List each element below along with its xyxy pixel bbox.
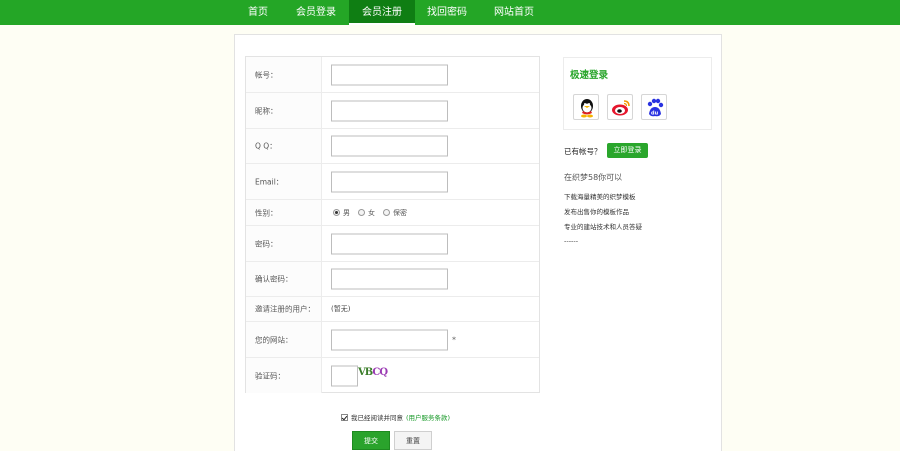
- login-now-button[interactable]: 立即登录: [607, 143, 648, 158]
- benefit-item: 发布出售你的模板作品: [564, 208, 629, 216]
- nav-item-member-register[interactable]: 会员注册: [349, 0, 415, 25]
- form-row-confirm-password: 确认密码：: [246, 262, 539, 297]
- nickname-label: 昵称：: [255, 106, 278, 115]
- form-row-nickname: 昵称：: [246, 93, 539, 129]
- baidu-icon[interactable]: du: [641, 94, 667, 120]
- email-label: Email：: [255, 177, 284, 186]
- form-row-recommender: 邀请注册的用户： (暂无): [246, 297, 539, 322]
- register-form: 帐号： 昵称： Q Q： Email： 性别： 男 女 保密 密码： 确认密码：…: [245, 56, 540, 393]
- svg-text:du: du: [651, 111, 659, 117]
- agree-text: 我已经阅读并同意: [351, 414, 403, 422]
- quick-login-title: 极速登录: [570, 70, 609, 81]
- benefit-item: ------: [564, 237, 579, 245]
- agree-terms: 我已经阅读并同意 (用户服务条款): [341, 412, 450, 422]
- gender-label: 性别：: [255, 208, 278, 217]
- radio-unchecked-icon: [383, 209, 390, 216]
- form-row-account: 帐号：: [246, 57, 539, 93]
- gender-radio-female[interactable]: 女: [358, 208, 375, 218]
- gender-radio-secret[interactable]: 保密: [383, 208, 407, 218]
- form-row-password: 密码：: [246, 226, 539, 262]
- nav-item-home[interactable]: 首页: [232, 0, 284, 25]
- benefit-item: 下载海量精美的织梦模板: [564, 193, 636, 201]
- gender-radio-male[interactable]: 男: [333, 208, 350, 218]
- radio-checked-icon: [333, 209, 340, 216]
- form-row-email: Email：: [246, 164, 539, 200]
- confirm-password-input[interactable]: [331, 268, 448, 290]
- account-label: 帐号：: [255, 70, 278, 79]
- captcha-label: 验证码：: [255, 371, 285, 380]
- homepage-label: 您的网站：: [255, 335, 293, 344]
- confirm-password-label: 确认密码：: [255, 274, 293, 284]
- has-account-text: 已有帐号？: [564, 147, 602, 156]
- recommender-value: (暂无): [331, 305, 351, 313]
- nav-item-site-home[interactable]: 网站首页: [479, 0, 549, 25]
- qq-label: Q Q：: [255, 141, 277, 151]
- captcha-image[interactable]: VBCQ: [358, 367, 388, 385]
- nav-item-member-login[interactable]: 会员登录: [284, 0, 348, 25]
- weibo-icon[interactable]: [607, 94, 633, 120]
- email-input[interactable]: [331, 171, 448, 192]
- reset-button[interactable]: 重置: [394, 431, 432, 450]
- account-input[interactable]: [331, 64, 448, 85]
- form-row-homepage: 您的网站： *: [246, 322, 539, 358]
- radio-unchecked-icon: [358, 209, 365, 216]
- benefit-item: 专业的建站技术和人员答疑: [564, 223, 642, 231]
- password-input[interactable]: [331, 233, 448, 254]
- password-label: 密码：: [255, 239, 278, 248]
- benefits-title: 在织梦58你可以: [564, 173, 623, 182]
- form-row-captcha: 验证码： VBCQ: [246, 358, 539, 393]
- submit-button[interactable]: 提交: [352, 431, 390, 450]
- terms-link[interactable]: (用户服务条款): [406, 412, 450, 422]
- qq-input[interactable]: [331, 135, 448, 157]
- top-navigation: 首页 会员登录 会员注册 找回密码 网站首页: [0, 0, 900, 25]
- form-row-gender: 性别： 男 女 保密: [246, 200, 539, 226]
- recommender-label: 邀请注册的用户：: [255, 304, 315, 314]
- qq-icon[interactable]: [573, 94, 599, 120]
- form-row-qq: Q Q：: [246, 129, 539, 164]
- agree-checkbox[interactable]: [341, 413, 348, 421]
- quick-login-box: 极速登录 du: [563, 57, 712, 130]
- captcha-input[interactable]: [331, 365, 358, 386]
- nav-item-find-password[interactable]: 找回密码: [415, 0, 479, 25]
- homepage-input[interactable]: [331, 329, 448, 350]
- required-mark: *: [452, 335, 456, 344]
- nickname-input[interactable]: [331, 100, 448, 121]
